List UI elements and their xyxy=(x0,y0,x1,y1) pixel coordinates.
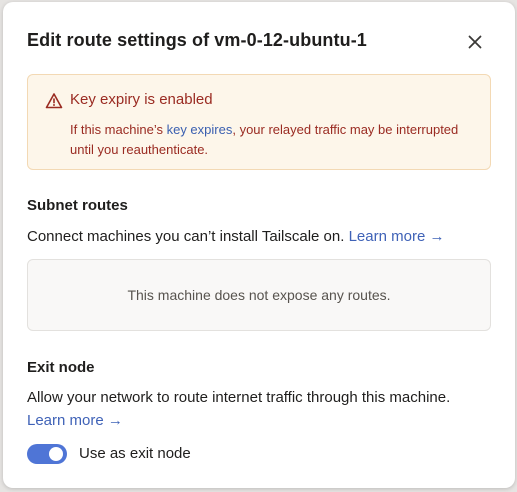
dialog-title: Edit route settings of vm-0-12-ubuntu-1 xyxy=(27,30,367,50)
close-button[interactable] xyxy=(465,32,485,52)
subnet-routes-text: Connect machines you can’t install Tails… xyxy=(27,228,345,245)
subnet-routes-description: Connect machines you can’t install Tails… xyxy=(27,225,487,248)
key-expires-link[interactable]: key expires xyxy=(167,122,233,137)
exit-node-learn-more-link[interactable]: Learn more → xyxy=(27,412,123,429)
key-expiry-alert: Key expiry is enabled If this machine’s … xyxy=(27,74,491,170)
toggle-knob xyxy=(49,447,63,461)
edit-route-settings-dialog: Edit route settings of vm-0-12-ubuntu-1 … xyxy=(3,2,515,488)
exit-node-toggle[interactable] xyxy=(27,444,67,464)
exit-node-heading: Exit node xyxy=(27,359,95,376)
exit-node-text: Allow your network to route internet tra… xyxy=(27,389,451,406)
subnet-routes-heading: Subnet routes xyxy=(27,197,128,214)
alert-text-start: If this machine’s xyxy=(70,122,167,137)
warning-triangle-icon xyxy=(45,93,63,109)
subnet-routes-learn-more-link[interactable]: Learn more → xyxy=(349,228,445,245)
empty-state-message: This machine does not expose any routes. xyxy=(127,287,391,303)
exit-node-description: Allow your network to route internet tra… xyxy=(27,386,487,432)
alert-title: Key expiry is enabled xyxy=(70,91,213,108)
alert-message: If this machine’s key expires, your rela… xyxy=(70,120,470,160)
exit-node-toggle-label[interactable]: Use as exit node xyxy=(79,444,191,464)
routes-empty-state: This machine does not expose any routes. xyxy=(27,259,491,331)
close-icon xyxy=(468,35,482,49)
